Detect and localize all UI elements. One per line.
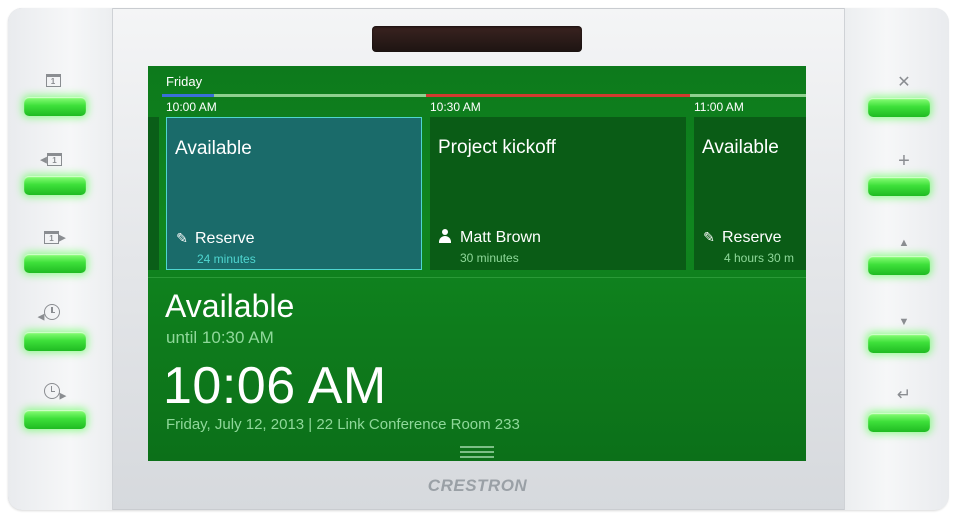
calendar-previous-button[interactable]: [24, 176, 86, 195]
slot-duration: 4 hours 30 m: [724, 251, 795, 265]
timeline-current-marker: [162, 94, 214, 97]
plus-icon: +: [898, 150, 910, 172]
time-label: 10:00 AM: [166, 100, 217, 114]
time-slot-selected[interactable]: Available ✎ Reserve 24 minutes: [166, 117, 422, 270]
calendar-previous-icon: ◀ 1: [36, 150, 66, 167]
date-room-info: Friday, July 12, 2013 | 22 Link Conferen…: [166, 416, 520, 433]
calendar-next-button[interactable]: [24, 254, 86, 273]
day-label: Friday: [166, 74, 203, 89]
reserve-label: Reserve: [722, 229, 782, 246]
person-icon: [438, 229, 452, 243]
down-icon: ▼: [898, 316, 910, 328]
enter-icon: ↵: [896, 385, 912, 404]
close-icon: ✕: [897, 74, 911, 91]
scroll-down-button[interactable]: [868, 334, 930, 353]
current-time: 10:06 AM: [163, 357, 387, 415]
reserve-action[interactable]: ✎ Reserve: [175, 230, 255, 248]
timeline-booked-segment: [426, 94, 690, 97]
reserve-label: Reserve: [195, 230, 255, 247]
clock-previous-button[interactable]: [24, 332, 86, 351]
pencil-icon: ✎: [703, 229, 715, 245]
calendar-today-icon: 1: [38, 71, 68, 87]
slot-duration: 24 minutes: [197, 252, 256, 266]
clock-next-button[interactable]: [24, 410, 86, 429]
time-slot[interactable]: Project kickoff Matt Brown 30 minutes: [430, 117, 686, 270]
proximity-sensor: [372, 26, 582, 52]
organizer-name: Matt Brown: [460, 229, 541, 246]
brand-logo: CRESTRON: [427, 476, 528, 495]
clock-next-icon: ▶: [40, 383, 70, 403]
previous-slot-edge[interactable]: [148, 117, 159, 270]
divider: [148, 277, 806, 278]
slot-title: Available: [175, 138, 252, 159]
calendar-today-button[interactable]: [24, 97, 86, 116]
room-status: Available: [165, 288, 295, 324]
time-label: 11:00 AM: [694, 100, 744, 114]
slot-title: Available: [702, 137, 779, 158]
slot-duration: 30 minutes: [460, 251, 519, 265]
time-slot[interactable]: Available ✎ Reserve 4 hours 30 m: [694, 117, 806, 270]
organizer: Matt Brown: [438, 229, 541, 247]
close-button[interactable]: [868, 98, 930, 117]
calendar-next-icon: 1 ▶: [40, 228, 70, 245]
add-button[interactable]: [868, 177, 930, 196]
scroll-up-button[interactable]: [868, 256, 930, 275]
enter-button[interactable]: [868, 413, 930, 432]
drawer-handle-icon[interactable]: [460, 446, 494, 458]
up-icon: ▲: [898, 237, 910, 249]
touch-screen: Friday 10:00 AM 10:30 AM 11:00 AM Availa…: [148, 66, 806, 461]
time-label: 10:30 AM: [430, 100, 481, 114]
status-until: until 10:30 AM: [166, 328, 274, 347]
pencil-icon: ✎: [176, 230, 188, 246]
reserve-action[interactable]: ✎ Reserve: [702, 229, 782, 247]
slot-title: Project kickoff: [438, 137, 556, 158]
clock-previous-icon: ◀: [34, 304, 64, 324]
